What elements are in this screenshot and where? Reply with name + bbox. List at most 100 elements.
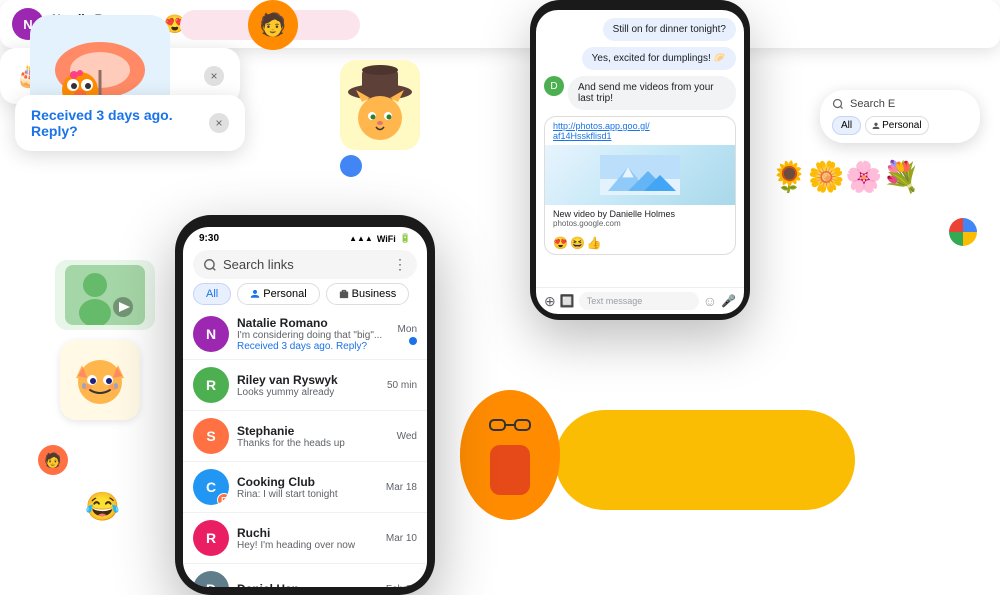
daniel-name: Daniel Han [237, 582, 378, 587]
search-tab-personal[interactable]: Personal [865, 116, 928, 135]
sticker-icon[interactable]: 🔲 [560, 294, 575, 308]
cat-hat-sticker [340, 60, 420, 163]
status-icons: ▲▲▲ WiFi 🔋 [349, 233, 411, 244]
phone-search-bar[interactable]: Search links ⋮ [193, 250, 417, 279]
wifi-icon: WiFi [377, 234, 396, 244]
contact-riley[interactable]: R Riley van Ryswyk Looks yummy already 5… [183, 360, 427, 411]
reply-notification-card: Received 3 days ago. Reply? × [15, 95, 245, 151]
chat-input-bar: ⊕ 🔲 Text message ☺ 🎤 [536, 287, 744, 314]
search-icon [203, 258, 217, 272]
stephanie-msg: Thanks for the heads up [237, 438, 389, 449]
phone-chat-screen: Still on for dinner tonight? Yes, excite… [536, 10, 744, 314]
chat-sender-avatar: D [544, 76, 564, 96]
add-icon[interactable]: ⊕ [544, 293, 556, 310]
ruchi-avatar: R [193, 520, 229, 556]
search-placeholder: Search links [223, 257, 294, 272]
riley-time: 50 min [387, 380, 417, 391]
ruchi-time: Mar 10 [386, 533, 417, 544]
video-thumbnail [55, 260, 155, 330]
chat-bubble-dinner: Still on for dinner tonight? [603, 18, 736, 41]
ruchi-name: Ruchi [237, 526, 378, 540]
riley-info: Riley van Ryswyk Looks yummy already [237, 373, 379, 398]
daniel-time: Feb 25 [386, 584, 417, 588]
mic-icon[interactable]: 🎤 [721, 294, 736, 308]
stephanie-name: Stephanie [237, 424, 389, 438]
status-time: 9:30 [199, 233, 219, 244]
cooking-club-info: Cooking Club Rina: I will start tonight [237, 475, 378, 500]
chat-caption-domain: photos.google.com [553, 219, 727, 228]
small-avatar-bottom-left: 🧑 [38, 445, 68, 475]
tab-personal[interactable]: Personal [237, 283, 319, 305]
ruchi-msg: Hey! I'm heading over now [237, 540, 378, 551]
search-widget-text[interactable]: Search E [850, 98, 895, 110]
chat-input-field[interactable]: Text message [579, 292, 699, 310]
stephanie-info: Stephanie Thanks for the heads up [237, 424, 389, 449]
chat-link-card[interactable]: http://photos.app.goo.gl/af14Hsskflisd1 [544, 116, 736, 255]
natalie-avatar-list: N [193, 316, 229, 352]
more-options-icon[interactable]: ⋮ [393, 256, 407, 273]
search-widget-icon [832, 98, 844, 110]
natalie-name-list: Natalie Romano [237, 316, 390, 330]
natalie-info-list: Natalie Romano I'm considering doing tha… [237, 316, 390, 352]
search-tab-all[interactable]: All [832, 116, 861, 135]
daniel-info: Daniel Han [237, 582, 378, 587]
phone-chat: Still on for dinner tonight? Yes, excite… [530, 0, 750, 320]
cooking-club-name: Cooking Club [237, 475, 378, 489]
search-bar-top: Search E [832, 98, 968, 110]
riley-msg: Looks yummy already [237, 387, 379, 398]
chat-bubble-videos: And send me videos from your last trip! [568, 76, 736, 110]
tab-business[interactable]: Business [326, 283, 410, 305]
person-search-icon [872, 122, 880, 130]
unread-dot [409, 337, 417, 345]
contact-ruchi[interactable]: R Ruchi Hey! I'm heading over now Mar 10 [183, 513, 427, 564]
riley-name: Riley van Ryswyk [237, 373, 379, 387]
laugh-emoji: 😂 [85, 490, 120, 523]
chat-msg-videos: D And send me videos from your last trip… [544, 76, 736, 110]
chat-body: Still on for dinner tonight? Yes, excite… [536, 10, 744, 287]
chat-image [545, 145, 735, 205]
chat-msg-dinner: Still on for dinner tonight? [544, 18, 736, 41]
yellow-blob-decoration [555, 410, 855, 510]
riley-avatar: R [193, 367, 229, 403]
person-figure [460, 390, 560, 520]
phone-tabs: All Personal Business [193, 283, 417, 305]
battery-icon: 🔋 [400, 233, 411, 244]
signal-icon: ▲▲▲ [349, 234, 373, 243]
contact-daniel[interactable]: D Daniel Han Feb 25 [183, 564, 427, 587]
natalie-msg-link: Received 3 days ago. Reply? [237, 341, 390, 352]
google-photos-icon [941, 210, 985, 259]
cooking-club-time: Mar 18 [386, 482, 417, 493]
cooking-club-avatar: C R [193, 469, 229, 505]
cat-sticker [60, 340, 140, 420]
contact-list: N Natalie Romano I'm considering doing t… [183, 309, 427, 587]
natalie-time: Mon [398, 324, 417, 345]
cooking-club-msg: Rina: I will start tonight [237, 489, 378, 500]
chat-caption: New video by Danielle Holmes photos.goog… [545, 205, 735, 232]
stephanie-time: Wed [397, 431, 417, 442]
emoji-icon[interactable]: ☺ [703, 293, 717, 309]
person-icon [250, 289, 260, 299]
ruchi-info: Ruchi Hey! I'm heading over now [237, 526, 378, 551]
contact-stephanie[interactable]: S Stephanie Thanks for the heads up Wed [183, 411, 427, 462]
stephanie-avatar: S [193, 418, 229, 454]
contact-cooking-club[interactable]: C R Cooking Club Rina: I will start toni… [183, 462, 427, 513]
background: 🧑 [0, 0, 1000, 563]
person-avatar-top: 🧑 [248, 0, 298, 50]
chat-bubble-dumplings: Yes, excited for dumplings! 🥟 [582, 47, 736, 70]
chat-msg-dumplings: Yes, excited for dumplings! 🥟 [544, 47, 736, 70]
phone-main-screen: 9:30 ▲▲▲ WiFi 🔋 Search links ⋮ All [183, 227, 427, 587]
multi-avatar: R [217, 493, 229, 505]
natalie-msg-preview: I'm considering doing that "big"... [237, 330, 390, 341]
daniel-avatar: D [193, 571, 229, 587]
reply-notification-text: Received 3 days ago. Reply? [31, 107, 201, 139]
search-widget-tabs: All Personal [832, 116, 968, 135]
reply-close-button[interactable]: × [209, 113, 229, 133]
chat-link-url[interactable]: http://photos.app.goo.gl/af14Hsskflisd1 [545, 117, 735, 145]
search-widget: Search E All Personal [820, 90, 980, 143]
contact-natalie[interactable]: N Natalie Romano I'm considering doing t… [183, 309, 427, 360]
status-bar: 9:30 ▲▲▲ WiFi 🔋 [183, 227, 427, 246]
phone-main: 9:30 ▲▲▲ WiFi 🔋 Search links ⋮ All [175, 215, 435, 595]
tab-all[interactable]: All [193, 283, 231, 305]
briefcase-icon [339, 289, 349, 299]
flowers-decoration: 🌻🌼🌸💐 [771, 160, 920, 195]
